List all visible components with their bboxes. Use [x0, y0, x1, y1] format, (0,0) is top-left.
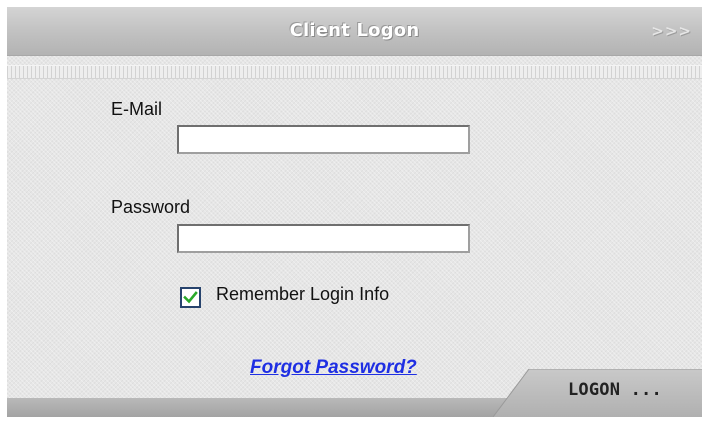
checkmark-icon	[183, 291, 198, 304]
panel-header: Client Logon >>>	[7, 7, 702, 56]
chevrons-right-icon: >>>	[651, 22, 692, 40]
forgot-password-link[interactable]: Forgot Password?	[250, 357, 417, 379]
decorative-stripe	[7, 65, 702, 79]
logon-button-label[interactable]: LOGON ...	[568, 380, 662, 400]
client-logon-panel: Client Logon >>> E-Mail Password Remembe…	[7, 7, 702, 417]
email-field[interactable]	[177, 125, 470, 154]
password-field[interactable]	[177, 224, 470, 253]
panel-title: Client Logon	[289, 20, 420, 41]
remember-login-checkbox[interactable]	[180, 287, 201, 308]
remember-login-label[interactable]: Remember Login Info	[216, 284, 389, 305]
email-label: E-Mail	[111, 99, 163, 119]
password-label: Password	[111, 197, 191, 217]
